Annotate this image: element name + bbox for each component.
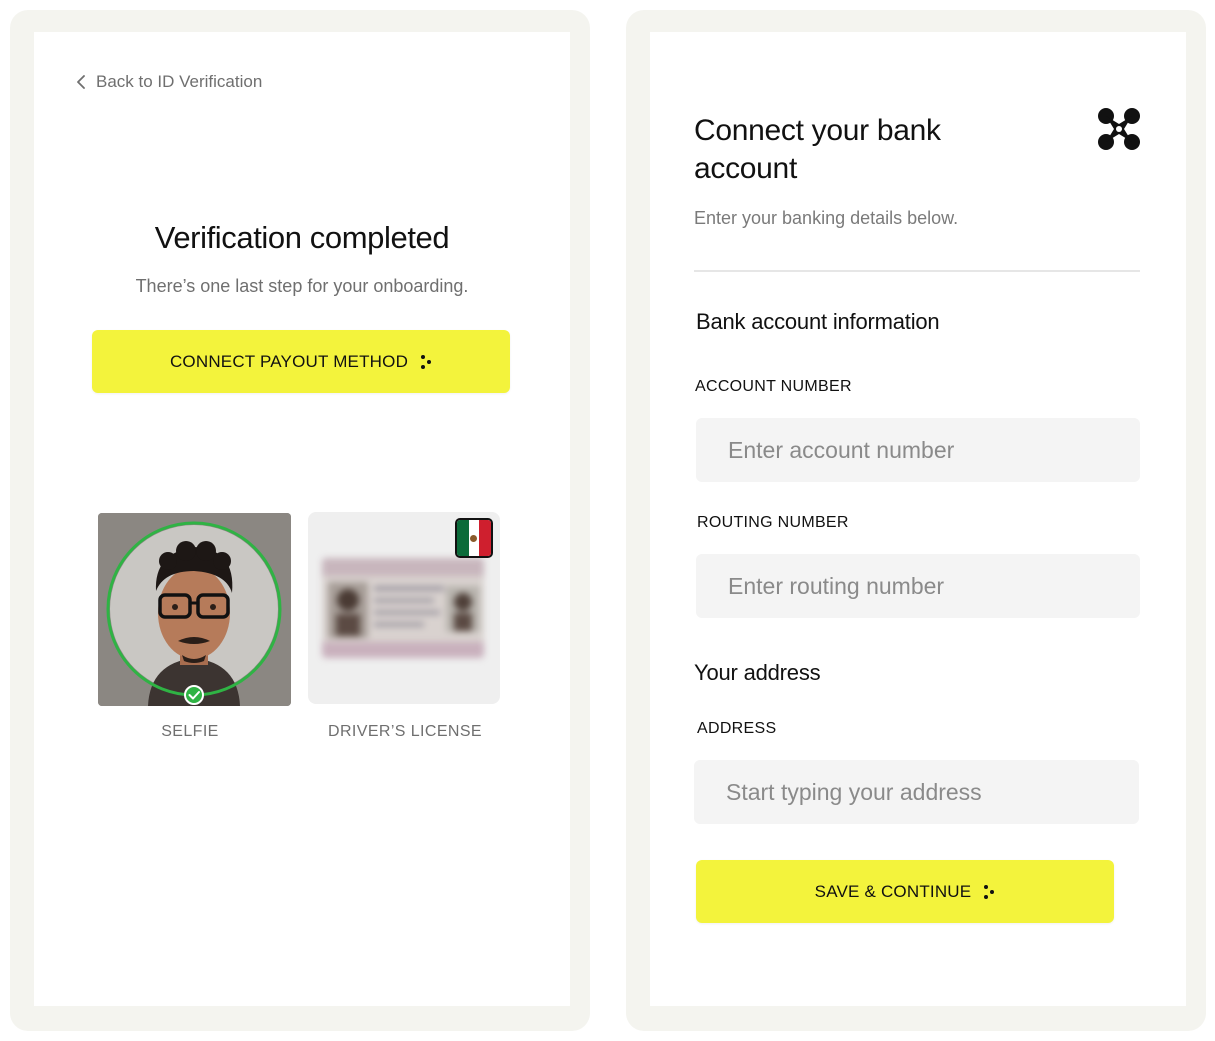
selfie-label: SELFIE (161, 723, 219, 740)
connect-payout-method-button[interactable]: CONNECT PAYOUT METHOD (92, 330, 510, 393)
connect-button-label: CONNECT PAYOUT METHOD (169, 351, 409, 371)
address-label: ADDRESS (697, 720, 777, 737)
brand-logo-icon (1098, 108, 1140, 150)
routing-number-label: ROUTING NUMBER (697, 514, 849, 531)
save-button-label: SAVE & CONTINUE (814, 881, 972, 901)
mexico-flag-icon (455, 518, 493, 558)
divider (694, 270, 1140, 272)
save-and-continue-button[interactable]: SAVE & CONTINUE (696, 860, 1114, 923)
bank-page-subtitle: Enter your banking details below. (694, 208, 959, 228)
back-to-id-verification-link[interactable]: Back to ID Verification (76, 72, 262, 92)
address-section-title: Your address (694, 660, 821, 685)
bank-page-title: Connect your bank account (694, 114, 941, 185)
page-subtitle: There’s one last step for your onboardin… (135, 276, 469, 296)
address-input[interactable] (694, 760, 1139, 824)
dots-icon (421, 354, 432, 369)
routing-number-input[interactable] (696, 554, 1140, 618)
back-link-label: Back to ID Verification (96, 72, 263, 91)
dots-icon (984, 884, 995, 899)
chevron-left-icon (77, 75, 85, 89)
bank-info-section-title: Bank account information (696, 309, 940, 334)
account-number-label: ACCOUNT NUMBER (695, 378, 852, 395)
page-title: Verification completed (154, 220, 450, 255)
drivers-license-label: DRIVER’S LICENSE (328, 723, 482, 740)
account-number-input[interactable] (696, 418, 1140, 482)
selfie-photo (98, 513, 291, 706)
